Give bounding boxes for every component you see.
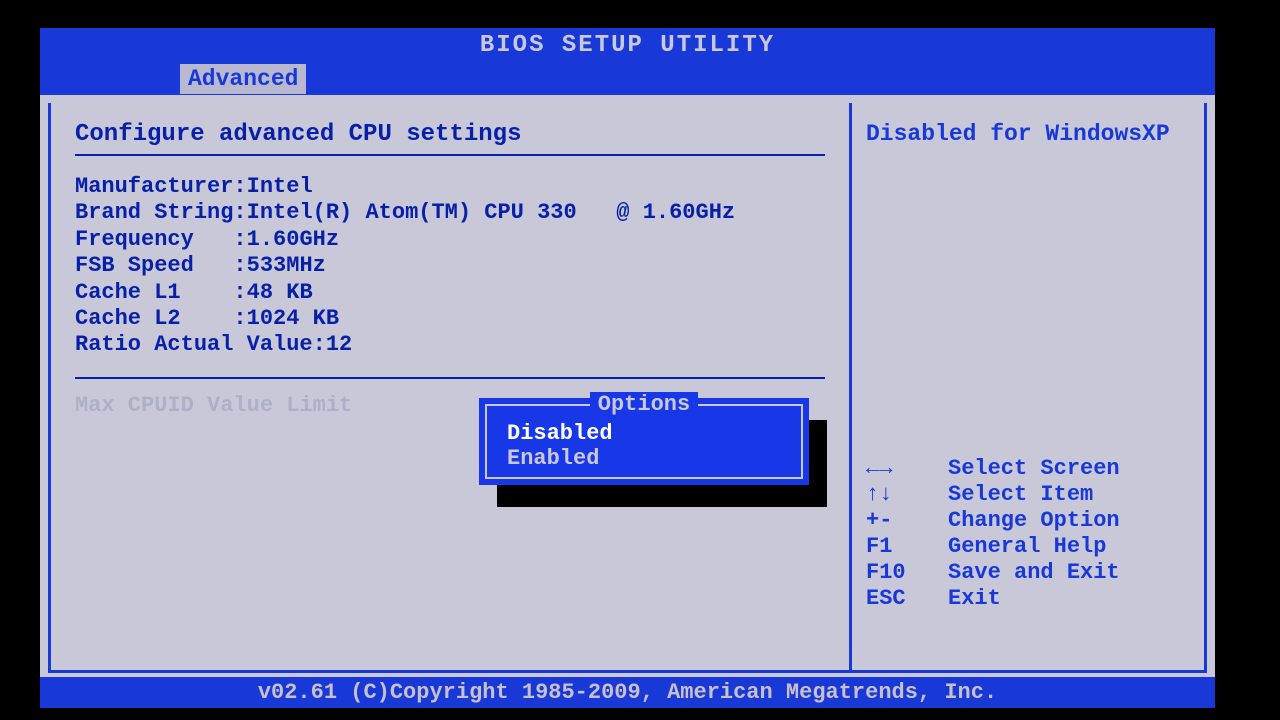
option-disabled[interactable]: Disabled [487, 421, 801, 446]
info-manufacturer: Manufacturer:Intel [75, 174, 825, 200]
bios-title: BIOS SETUP UTILITY [40, 28, 1215, 63]
right-panel: Disabled for WindowsXP ←→Select Screen ↑… [849, 103, 1204, 670]
content-area: Configure advanced CPU settings Manufact… [48, 103, 1207, 673]
info-brand: Brand String:Intel(R) Atom(TM) CPU 330 @… [75, 200, 825, 226]
key-select-screen: ←→Select Screen [866, 456, 1190, 482]
divider [75, 154, 825, 156]
side-help-text: Disabled for WindowsXP [866, 121, 1190, 147]
left-panel: Configure advanced CPU settings Manufact… [51, 103, 849, 670]
options-popup: Options Disabled Enabled [479, 398, 809, 485]
info-ratio: Ratio Actual Value:12 [75, 332, 825, 358]
tab-advanced[interactable]: Advanced [180, 64, 306, 94]
section-title: Configure advanced CPU settings [75, 121, 825, 148]
key-exit: ESCExit [866, 586, 1190, 612]
info-cache-l1: Cache L1 :48 KB [75, 280, 825, 306]
info-frequency: Frequency :1.60GHz [75, 227, 825, 253]
key-select-item: ↑↓Select Item [866, 482, 1190, 508]
info-fsb: FSB Speed :533MHz [75, 253, 825, 279]
popup-title: Options [487, 392, 801, 417]
divider-2 [75, 377, 825, 379]
key-change-option: +-Change Option [866, 508, 1190, 534]
info-cache-l2: Cache L2 :1024 KB [75, 306, 825, 332]
key-save-exit: F10Save and Exit [866, 560, 1190, 586]
key-help-list: ←→Select Screen ↑↓Select Item +-Change O… [866, 456, 1190, 612]
tab-row: Advanced [40, 63, 1215, 95]
option-enabled[interactable]: Enabled [487, 446, 801, 471]
key-general-help: F1General Help [866, 534, 1190, 560]
footer-copyright: v02.61 (C)Copyright 1985-2009, American … [40, 677, 1215, 708]
